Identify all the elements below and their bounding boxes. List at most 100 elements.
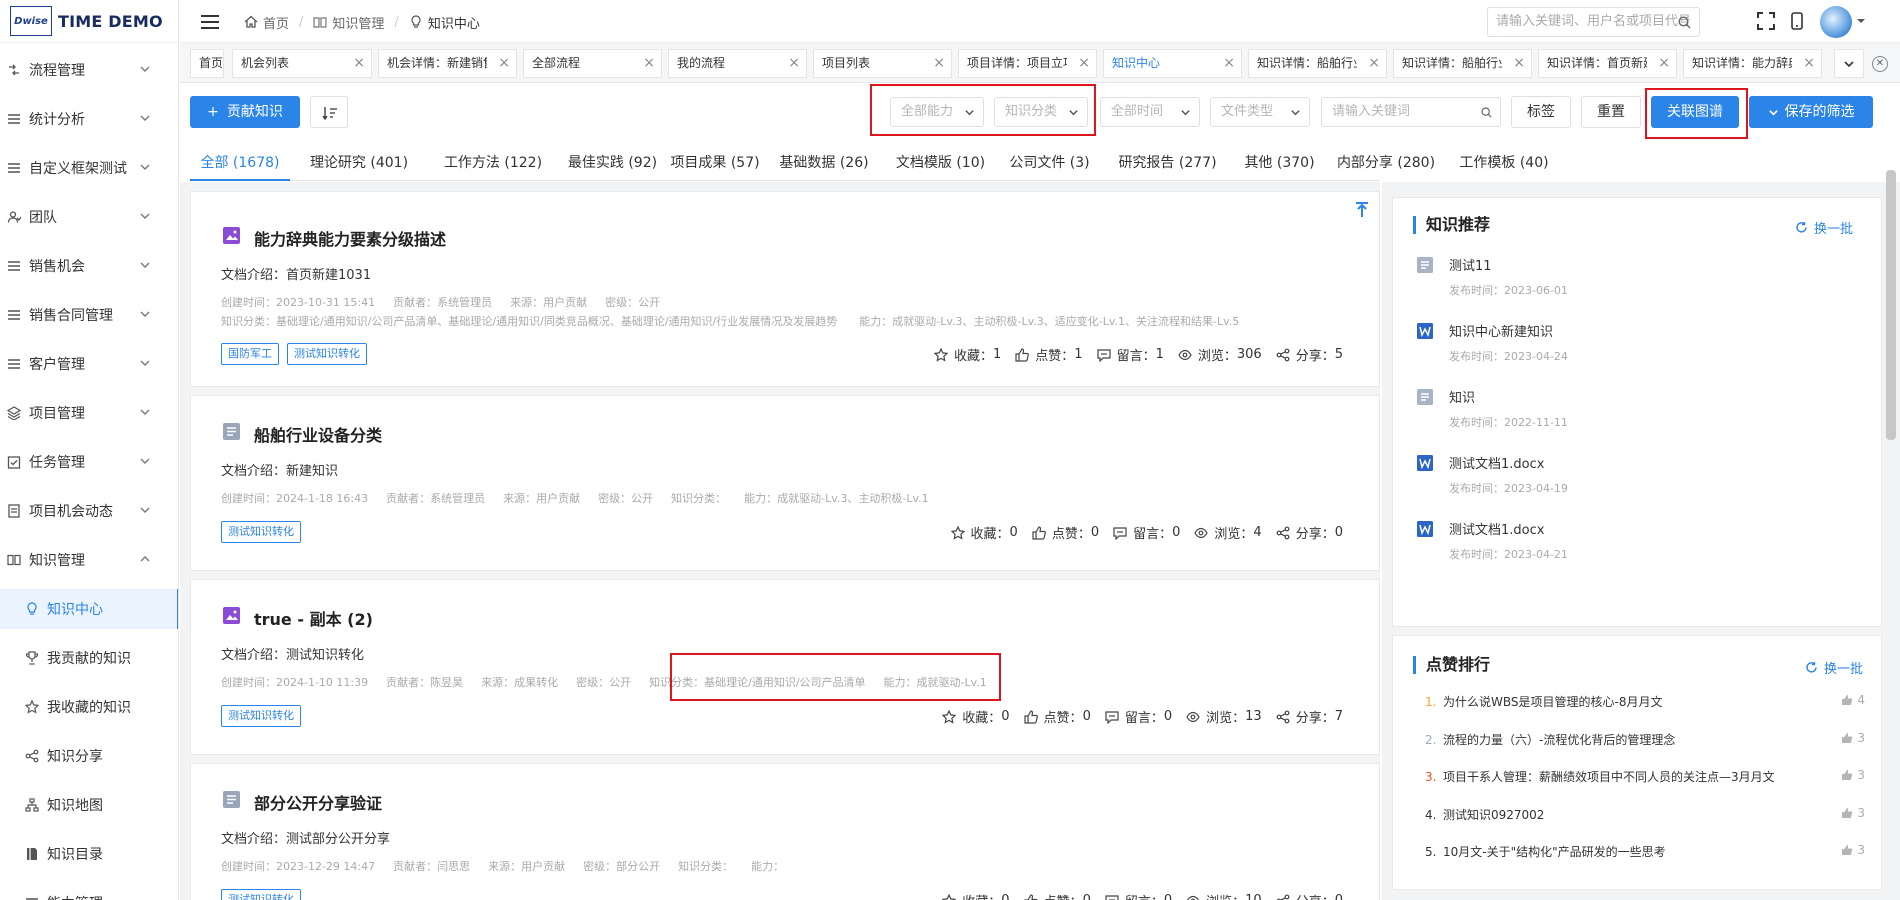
knowledge-card[interactable]: 能力辞典能力要素分级描述 文档介绍：首页新建1031 创建时间：2023-10-31… [190, 191, 1380, 387]
file-type-filter-select[interactable]: 文件类型 [1210, 97, 1310, 127]
view-icon[interactable] [1186, 710, 1200, 724]
card-tag[interactable]: 国防军工 [221, 343, 279, 365]
category-tab-0[interactable]: 全部 (1678) [190, 149, 290, 181]
recommend-item[interactable]: 知识 发布时间：2022-11-11 [1417, 387, 1817, 432]
recommend-item[interactable]: 知识中心新建知识 发布时间：2023-04-24 [1417, 321, 1817, 366]
fav-icon[interactable] [942, 893, 957, 900]
recommend-item-title[interactable]: 测试文档1.docx [1449, 519, 1544, 538]
category-tab-7[interactable]: 公司文件 (3) [1003, 149, 1096, 181]
comment-icon[interactable] [1105, 710, 1119, 724]
category-filter-select[interactable]: 知识分类 [994, 97, 1088, 127]
close-icon[interactable]: × [1658, 50, 1670, 77]
share-icon[interactable] [1276, 526, 1290, 540]
card-title[interactable]: 部分公开分享验证 [254, 790, 382, 814]
breadcrumb-home[interactable]: 首页 [263, 13, 289, 32]
card-title[interactable]: 船舶行业设备分类 [254, 422, 382, 446]
ranking-item[interactable]: 1. 为什么说WBS是项目管理的核心-8月月文 4 [1425, 693, 1865, 713]
category-tab-2[interactable]: 工作方法 (122) [430, 149, 556, 181]
view-icon[interactable] [1178, 348, 1192, 362]
sidebar-item-2[interactable]: 自定义框架测试 [0, 148, 178, 188]
sidebar-item-6[interactable]: 客户管理 [0, 344, 178, 384]
page-tab-2[interactable]: 机会详情：新建销售 × [378, 49, 517, 78]
comment-icon[interactable] [1096, 348, 1111, 362]
sidebar-item-7[interactable]: 项目管理 [0, 393, 178, 433]
sidebar-item-9[interactable]: 项目机会动态 [0, 491, 178, 531]
recommend-item-title[interactable]: 测试11 [1449, 255, 1492, 274]
sidebar-item-3[interactable]: 团队 [0, 197, 178, 237]
ranking-item[interactable]: 3. 项目干系人管理：薪酬绩效项目中不同人员的关注点—3月月文 3 [1425, 768, 1865, 788]
sidebar-subitem-2[interactable]: 我收藏的知识 [0, 687, 178, 727]
like-icon[interactable] [1032, 525, 1046, 540]
sidebar-subitem-1[interactable]: 我贡献的知识 [0, 638, 178, 678]
category-tab-5[interactable]: 基础数据 (26) [770, 149, 878, 181]
ranking-item-title[interactable]: 测试知识0927002 [1443, 808, 1544, 822]
category-tab-1[interactable]: 理论研究 (401) [298, 149, 420, 181]
sidebar-subitem-4[interactable]: 知识地图 [0, 785, 178, 825]
close-icon[interactable]: × [353, 50, 365, 77]
sidebar-subitem-0[interactable]: 知识中心 [0, 589, 178, 629]
recommend-item[interactable]: 测试文档1.docx 发布时间：2023-04-19 [1417, 453, 1817, 498]
sidebar-item-5[interactable]: 销售合同管理 [0, 295, 178, 335]
recommend-item[interactable]: 测试11 发布时间：2023-06-01 [1417, 255, 1817, 300]
fav-icon[interactable] [950, 525, 965, 540]
recommend-item-title[interactable]: 知识 [1449, 387, 1475, 406]
ranking-refresh-link[interactable]: 换一批 [1805, 658, 1863, 677]
page-tab-3[interactable]: 全部流程 × [523, 49, 662, 78]
ranking-item[interactable]: 2. 流程的力量（六）-流程优化背后的管理理念 3 [1425, 731, 1865, 751]
view-icon[interactable] [1186, 894, 1200, 900]
like-icon[interactable] [1015, 347, 1030, 362]
ability-filter-select[interactable]: 全部能力 [890, 97, 984, 127]
search-icon[interactable] [1678, 16, 1691, 29]
sidebar-item-8[interactable]: 任务管理 [0, 442, 178, 482]
recommend-refresh-link[interactable]: 换一批 [1795, 218, 1853, 237]
user-avatar[interactable] [1820, 6, 1852, 38]
page-tab-1[interactable]: 机会列表 × [232, 49, 372, 78]
card-tag[interactable]: 测试知识转化 [287, 343, 367, 365]
tags-button[interactable]: 标签 [1511, 96, 1571, 128]
share-icon[interactable] [1276, 348, 1290, 362]
like-icon[interactable] [1023, 709, 1038, 724]
like-icon[interactable] [1023, 893, 1038, 900]
close-icon[interactable]: × [1078, 50, 1090, 77]
sidebar-subitem-5[interactable]: 知识目录 [0, 834, 178, 874]
ranking-item-title[interactable]: 为什么说WBS是项目管理的核心-8月月文 [1443, 695, 1662, 709]
sidebar-item-10[interactable]: 知识管理 [0, 540, 178, 580]
comment-icon[interactable] [1105, 894, 1119, 900]
close-icon[interactable]: × [643, 50, 655, 77]
knowledge-card[interactable]: true - 副本 (2) 文档介绍：测试知识转化 创建时间：2024-1-10 1… [190, 579, 1380, 755]
category-tab-3[interactable]: 最佳实践 (92) [565, 149, 660, 181]
page-tab-6[interactable]: 项目详情：项目立项 × [958, 49, 1097, 78]
mobile-icon[interactable] [1788, 12, 1806, 30]
knowledge-card[interactable]: 船舶行业设备分类 文档介绍：新建知识 创建时间：2024-1-18 16:43 贡献者… [190, 395, 1380, 571]
ranking-item[interactable]: 5. 10月文-关于"结构化"产品研发的一些思考 3 [1425, 843, 1865, 863]
fullscreen-icon[interactable] [1757, 12, 1775, 30]
category-tab-4[interactable]: 项目成果 (57) [668, 149, 762, 181]
sidebar-item-0[interactable]: 流程管理 [0, 50, 178, 90]
close-icon[interactable]: × [1513, 50, 1525, 77]
pin-top-icon[interactable] [1355, 202, 1369, 218]
card-tag[interactable]: 测试知识转化 [221, 889, 301, 900]
sidebar-subitem-6[interactable]: 能力管理 [0, 883, 178, 900]
caret-down-icon[interactable] [1856, 16, 1866, 26]
app-logo[interactable]: Dwise TIME DEMO [0, 0, 178, 43]
saved-filters-button[interactable]: 保存的筛选 [1749, 96, 1873, 128]
category-tab-8[interactable]: 研究报告 (277) [1104, 149, 1231, 181]
ranking-item[interactable]: 4. 测试知识0927002 3 [1425, 806, 1865, 826]
close-icon[interactable]: × [788, 50, 800, 77]
recommend-item-title[interactable]: 知识中心新建知识 [1449, 321, 1553, 340]
fav-icon[interactable] [933, 347, 948, 362]
category-tab-9[interactable]: 其他 (370) [1239, 149, 1320, 181]
hamburger-menu-icon[interactable] [200, 12, 220, 32]
sidebar-item-4[interactable]: 销售机会 [0, 246, 178, 286]
page-tab-8[interactable]: 知识详情：船舶行业 × [1248, 49, 1387, 78]
page-tab-7[interactable]: 知识中心 × [1103, 49, 1242, 78]
time-filter-select[interactable]: 全部时间 [1100, 97, 1200, 127]
category-tab-10[interactable]: 内部分享 (280) [1328, 149, 1444, 181]
contribute-knowledge-button[interactable]: + 贡献知识 [190, 96, 300, 128]
knowledge-card[interactable]: 部分公开分享验证 文档介绍：测试部分公开分享 创建时间：2023-12-29 14:… [190, 763, 1380, 900]
keyword-input[interactable]: 请输入关键词 [1321, 97, 1501, 127]
card-title[interactable]: 能力辞典能力要素分级描述 [254, 226, 446, 250]
close-icon[interactable]: × [1223, 50, 1235, 77]
share-icon[interactable] [1276, 710, 1290, 724]
page-tab-0[interactable]: 首页 [190, 49, 224, 78]
